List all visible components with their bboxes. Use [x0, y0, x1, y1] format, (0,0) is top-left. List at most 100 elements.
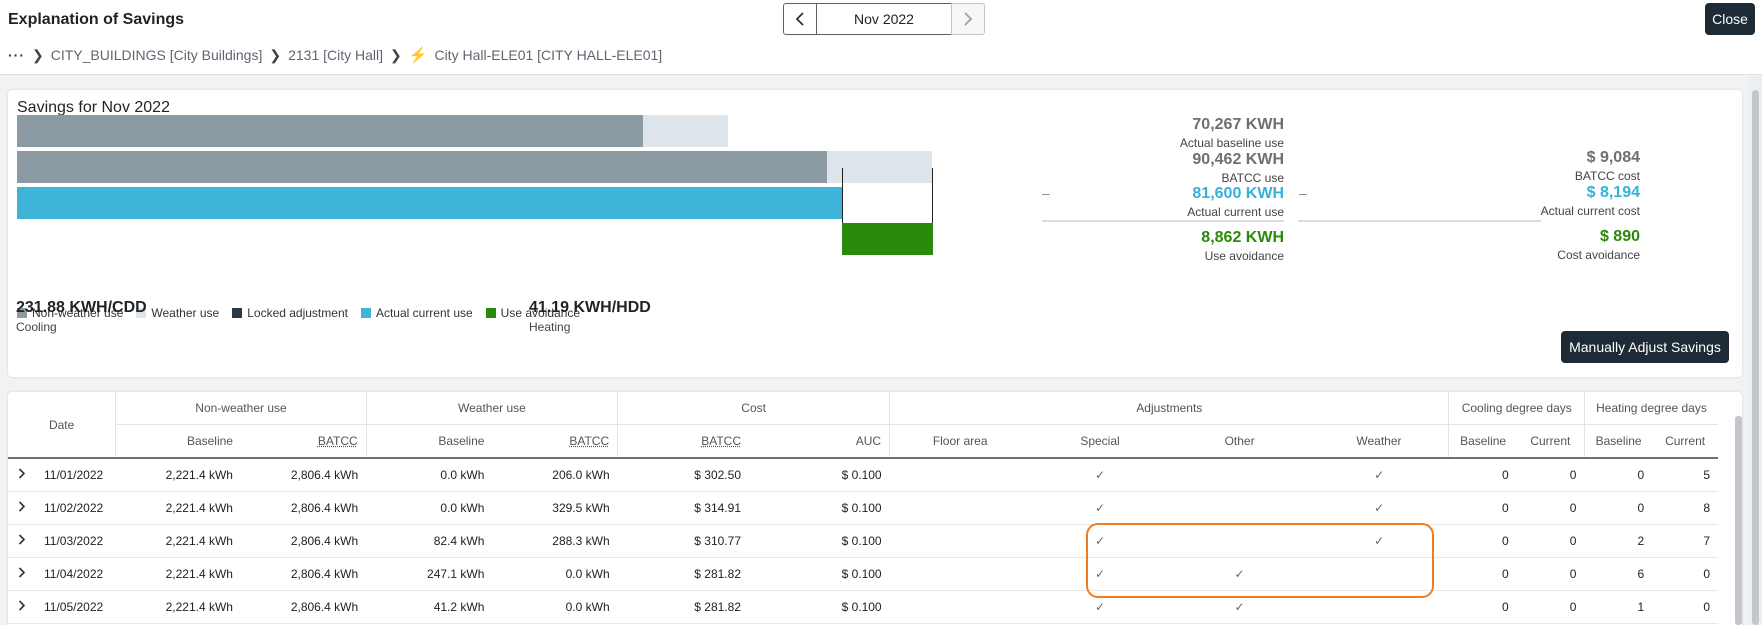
cell-w-batcc: 0.0 kWh	[492, 557, 618, 591]
table-row[interactable]: 11/01/2022 2,221.4 kWh 2,806.4 kWh 0.0 kWh 2…	[8, 458, 1718, 492]
cell-cdd-baseline: 0	[1448, 557, 1517, 591]
header-weather[interactable]: Weather	[1309, 424, 1449, 459]
next-month-button[interactable]	[951, 3, 985, 35]
breadcrumb: ··· ❯ CITY_BUILDINGS [City Buildings] ❯ …	[8, 46, 662, 65]
header-nonweather-use: Non-weather use	[115, 392, 367, 425]
chevron-left-icon	[795, 12, 804, 26]
header-cdd-current[interactable]: Current	[1516, 424, 1585, 459]
cell-floor-area	[889, 590, 1031, 624]
page-scrollbar-thumb[interactable]	[1752, 90, 1759, 625]
header-hdd-baseline[interactable]: Baseline	[1583, 424, 1653, 459]
divider	[1042, 220, 1284, 222]
cell-cdd-current: 0	[1516, 458, 1585, 492]
batcc-use-stat: 90,462 KWH BATCC use	[1192, 151, 1284, 185]
header-cooling-degree-days: Cooling degree days	[1448, 392, 1585, 425]
previous-month-button[interactable]	[783, 3, 817, 35]
cell-special: ✓	[1030, 557, 1170, 591]
cell-w-baseline: 0.0 kWh	[366, 491, 493, 525]
expand-row-icon[interactable]	[18, 566, 32, 581]
cell-nw-batcc: 2,806.4 kWh	[240, 491, 367, 525]
minus-sign: –	[1042, 185, 1050, 201]
cell-other	[1169, 458, 1310, 492]
header-auc[interactable]: AUC	[749, 424, 890, 459]
breadcrumb-item-city-hall[interactable]: 2131 [City Hall]	[288, 47, 383, 63]
cell-cost-batcc: $ 314.91	[617, 491, 749, 525]
cell-nw-batcc: 2,806.4 kWh	[240, 557, 367, 591]
month-navigator: Nov 2022	[783, 3, 985, 35]
cell-auc: $ 0.100	[749, 524, 890, 558]
use-avoidance-stat: 8,862 KWH Use avoidance	[1201, 229, 1284, 263]
actual-current-bar	[17, 187, 843, 219]
actual-current-cost-stat: $ 8,194 Actual current cost	[1540, 184, 1640, 218]
header-adjustments: Adjustments	[889, 392, 1449, 425]
header-other[interactable]: Other	[1169, 424, 1310, 459]
table-scrollbar-thumb[interactable]	[1735, 416, 1742, 625]
header-cdd-baseline[interactable]: Baseline	[1448, 424, 1517, 459]
cell-other	[1169, 491, 1310, 525]
cell-special: ✓	[1030, 590, 1170, 624]
legend-swatch	[360, 308, 371, 318]
header-date[interactable]: Date	[8, 392, 116, 459]
cell-nw-baseline: 2,221.4 kWh	[115, 458, 241, 492]
cell-w-baseline: 247.1 kWh	[366, 557, 493, 591]
header-w-baseline[interactable]: Baseline	[365, 424, 493, 459]
breadcrumb-item-meter[interactable]: City Hall-ELE01 [CITY HALL-ELE01]	[434, 47, 662, 63]
row-date: 11/04/2022	[44, 566, 104, 581]
lightning-icon: ⚡	[408, 47, 428, 64]
chevron-right-icon: ❯	[32, 46, 44, 63]
header-nw-baseline[interactable]: Baseline	[115, 424, 241, 459]
header-hdd-current[interactable]: Current	[1652, 424, 1718, 459]
cell-auc: $ 0.100	[749, 557, 890, 591]
current-month[interactable]: Nov 2022	[817, 3, 951, 35]
cell-cost-batcc: $ 310.77	[617, 524, 749, 558]
cell-cdd-current: 0	[1516, 491, 1585, 525]
cell-floor-area	[889, 491, 1031, 525]
expand-row-icon[interactable]	[18, 500, 32, 515]
cell-special: ✓	[1030, 491, 1170, 525]
header-nw-batcc[interactable]: BATCC	[240, 424, 367, 459]
cell-other: ✓	[1169, 590, 1310, 624]
cell-special: ✓	[1030, 524, 1170, 558]
header-floor-area[interactable]: Floor area	[889, 424, 1031, 459]
cell-w-baseline: 0.0 kWh	[366, 458, 493, 492]
cell-floor-area	[889, 458, 1031, 492]
heating-rate: 41.19 KWH/HDD Heating	[529, 299, 651, 334]
expand-row-icon[interactable]	[18, 599, 32, 614]
breadcrumb-more-icon[interactable]: ···	[8, 47, 25, 63]
cell-cost-batcc: $ 281.82	[617, 590, 749, 624]
expand-row-icon[interactable]	[18, 468, 32, 482]
expand-row-icon[interactable]	[18, 533, 32, 548]
cell-date: 11/04/2022	[8, 557, 116, 591]
cell-w-baseline: 82.4 kWh	[366, 524, 493, 558]
cell-cdd-baseline: 0	[1448, 524, 1517, 558]
header-cost: Cost	[617, 392, 890, 425]
batcc-nonweather-bar	[17, 151, 827, 183]
savings-card: Savings for Nov 2022 70,267 KWH Actual b…	[8, 90, 1742, 377]
table-row[interactable]: 11/02/2022 2,221.4 kWh 2,806.4 kWh 0.0 kWh 3…	[8, 491, 1718, 525]
baseline-nonweather-bar	[17, 115, 643, 147]
page-title: Explanation of Savings	[8, 11, 185, 28]
close-button[interactable]: Close	[1705, 3, 1755, 35]
cell-w-batcc: 0.0 kWh	[492, 590, 618, 624]
header-w-batcc[interactable]: BATCC	[492, 424, 618, 459]
header-special[interactable]: Special	[1030, 424, 1170, 459]
table-row[interactable]: 11/04/2022 2,221.4 kWh 2,806.4 kWh 247.1 kW…	[8, 557, 1718, 591]
cell-cost-batcc: $ 281.82	[617, 557, 749, 591]
cell-nw-baseline: 2,221.4 kWh	[115, 524, 241, 558]
cell-w-baseline: 41.2 kWh	[366, 590, 493, 624]
daily-table-card: Date Non-weather use Weather use Cost Ad…	[8, 392, 1742, 625]
header-cost-batcc[interactable]: BATCC	[617, 424, 749, 459]
cell-hdd-baseline: 0	[1584, 458, 1653, 492]
row-date: 11/01/2022	[44, 467, 104, 482]
chevron-right-icon	[964, 12, 973, 26]
cell-hdd-current: 7	[1652, 524, 1718, 558]
manually-adjust-savings-button[interactable]: Manually Adjust Savings	[1561, 331, 1729, 363]
cell-cdd-baseline: 0	[1448, 491, 1517, 525]
table-row[interactable]: 11/05/2022 2,221.4 kWh 2,806.4 kWh 41.2 kWh…	[8, 590, 1718, 624]
daily-savings-table: Date Non-weather use Weather use Cost Ad…	[8, 392, 1718, 624]
table-row[interactable]: 11/03/2022 2,221.4 kWh 2,806.4 kWh 82.4 kWh…	[8, 524, 1718, 558]
breadcrumb-item-city-buildings[interactable]: CITY_BUILDINGS [City Buildings]	[51, 47, 263, 63]
cell-cdd-current: 0	[1516, 557, 1585, 591]
row-date: 11/03/2022	[44, 533, 104, 548]
header: Explanation of Savings ··· ❯ CITY_BUILDI…	[0, 0, 1762, 75]
